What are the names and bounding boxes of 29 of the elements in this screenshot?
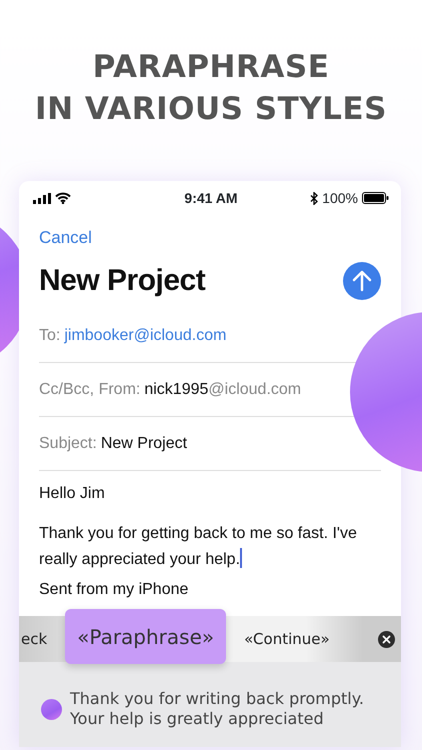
- field-value[interactable]: nick1995@icloud.com: [144, 378, 302, 402]
- paraphrase-result: Thank you for writing back promptly. Your help is greatly appreciated: [70, 689, 364, 729]
- battery-percent: 100%: [322, 188, 358, 208]
- bluetooth-icon: [310, 192, 318, 204]
- field-value[interactable]: jimbooker@icloud.com: [64, 324, 226, 348]
- headline-text: PARAPHRASE: [92, 48, 330, 87]
- body-text: Hello Jim: [39, 484, 106, 504]
- dot-icon: [41, 698, 62, 720]
- field-label: To:: [39, 326, 60, 346]
- signal-icon: [33, 192, 51, 204]
- field-label: Cc/Bcc, From:: [39, 380, 140, 400]
- status-time: 9:41 AM: [184, 188, 238, 208]
- battery-icon: [362, 192, 389, 204]
- wifi-icon: [55, 192, 71, 204]
- suggestion-chip[interactable]: «Continue»: [244, 628, 330, 650]
- headline-text: IN VARIOUS STYLES: [35, 90, 387, 129]
- send-button[interactable]: [343, 262, 381, 300]
- field-value[interactable]: New Project: [100, 432, 188, 456]
- close-button[interactable]: [378, 630, 395, 648]
- close-icon: [382, 634, 391, 644]
- signature-text: Sent from my iPhone: [39, 580, 190, 600]
- email-title: New Project: [39, 263, 206, 299]
- suggestion-chip[interactable]: «Paraphrase»: [65, 609, 226, 664]
- body-text: Thank you for getting back to me so fast. I've really appreciated your help.: [39, 524, 358, 570]
- cancel-link[interactable]: Cancel: [39, 228, 92, 247]
- suggestion-chip[interactable]: eck: [21, 628, 48, 650]
- up-arrow-icon: [352, 270, 372, 292]
- field-label: Subject:: [39, 434, 97, 454]
- text-cursor: [240, 548, 242, 568]
